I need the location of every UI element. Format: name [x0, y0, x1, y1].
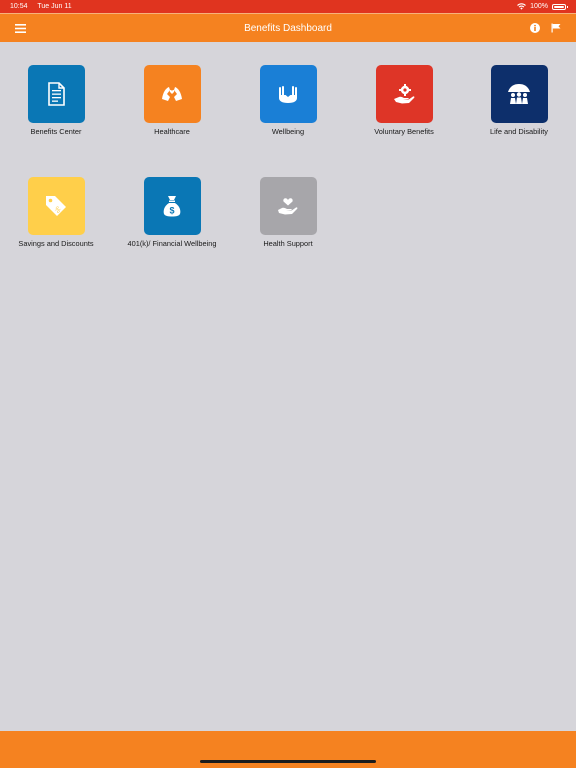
menu-button[interactable] [11, 19, 29, 37]
tile-label: Wellbeing [271, 127, 305, 136]
tile-voluntary-benefits[interactable]: Voluntary Benefits [349, 42, 459, 142]
tile-icon-bg [490, 65, 548, 123]
tile-icon-bg: $ [143, 177, 201, 235]
flag-button[interactable] [547, 19, 565, 37]
tile-label: Life and Disability [490, 127, 548, 136]
heart-hand-icon [278, 198, 298, 215]
info-icon [530, 23, 540, 33]
info-button[interactable] [526, 19, 544, 37]
tile-label: Voluntary Benefits [374, 127, 434, 136]
healthcare-icon [162, 87, 182, 101]
tile-label: Healthcare [154, 127, 190, 136]
tile-savings-and-discounts[interactable]: % Savings and Discounts [1, 154, 111, 254]
tile-life-and-disability[interactable]: Life and Disability [464, 42, 574, 142]
wellbeing-icon [279, 86, 297, 103]
voluntary-benefits-icon [394, 84, 415, 104]
status-time: 10:54 [10, 3, 28, 10]
tile-icon-bg: % [27, 177, 85, 235]
wifi-icon [517, 3, 526, 10]
flag-icon [551, 23, 561, 33]
status-right: 100% [517, 3, 568, 10]
tile-label: 401(k)/ Financial Wellbeing [127, 239, 217, 248]
money-bag-icon: $ [163, 196, 181, 217]
battery-icon [552, 3, 568, 10]
status-left: 10:54 Tue Jun 11 [10, 3, 80, 10]
tile-icon-bg [259, 177, 317, 235]
tile-health-support[interactable]: Health Support [233, 154, 343, 254]
tile-icon-bg [27, 65, 85, 123]
navbar: Benefits Dashboard [0, 13, 576, 42]
page-title: Benefits Dashboard [244, 22, 332, 34]
tile-label: Savings and Discounts [18, 239, 94, 248]
bottom-bar [0, 731, 576, 768]
status-date: Tue Jun 11 [37, 3, 72, 10]
tile-icon-bg [259, 65, 317, 123]
tile-401k-financial-wellbeing[interactable]: $ 401(k)/ Financial Wellbeing [117, 154, 227, 254]
battery-percent: 100% [530, 3, 548, 10]
tile-label: Health Support [263, 239, 313, 248]
menu-icon [14, 23, 26, 33]
umbrella-family-icon [508, 84, 530, 104]
status-bar: 10:54 Tue Jun 11 100% [0, 0, 576, 13]
svg-text:$: $ [169, 206, 174, 216]
tile-icon-bg [143, 65, 201, 123]
tile-healthcare[interactable]: Healthcare [117, 42, 227, 142]
tile-icon-bg [375, 65, 433, 123]
tile-benefits-center[interactable]: Benefits Center [1, 42, 111, 142]
tile-wellbeing[interactable]: Wellbeing [233, 42, 343, 142]
document-icon [48, 82, 65, 106]
home-indicator[interactable] [200, 760, 376, 763]
price-tag-icon: % [46, 196, 66, 216]
tile-label: Benefits Center [30, 127, 82, 136]
